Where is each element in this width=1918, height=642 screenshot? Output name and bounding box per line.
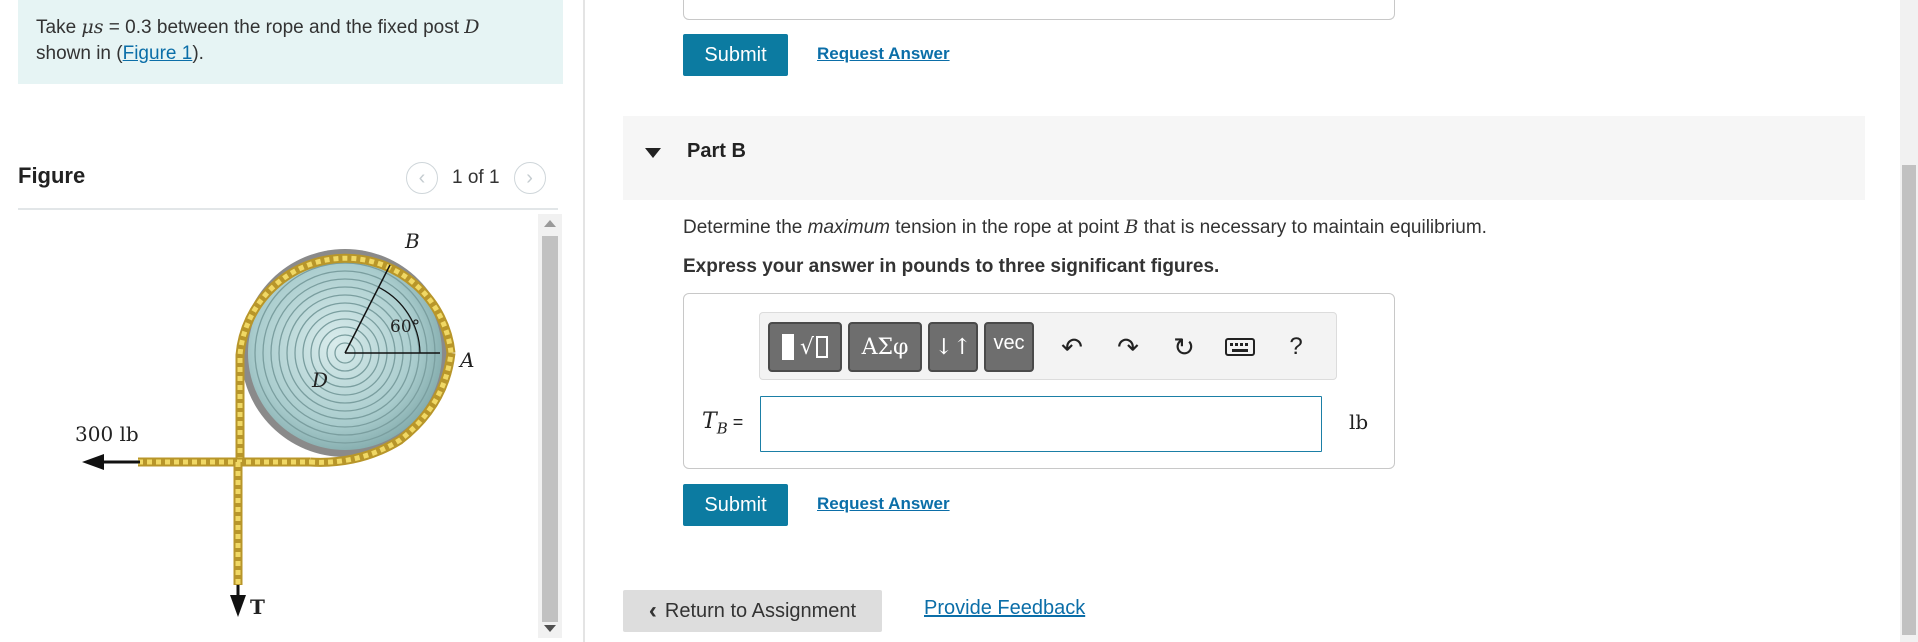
help-icon: ?: [1289, 333, 1303, 360]
question-text-1: Determine the: [683, 217, 808, 238]
vector-button[interactable]: vec: [984, 322, 1034, 372]
force-arrow-head: [82, 454, 104, 470]
undo-icon[interactable]: ↶: [1052, 327, 1092, 367]
part-a-answer-box: [683, 0, 1395, 20]
figure-count: 1 of 1: [452, 167, 500, 188]
scroll-up-icon[interactable]: [544, 220, 556, 227]
figure-scroll-thumb[interactable]: [542, 236, 558, 622]
label-b: B: [404, 229, 420, 253]
greek-symbols-button[interactable]: ΑΣφ: [848, 322, 922, 372]
sqrt-icon: √: [799, 334, 815, 360]
help-button[interactable]: ?: [1276, 327, 1316, 367]
page-scroll-thumb[interactable]: [1902, 165, 1916, 635]
page-scrollbar[interactable]: [1900, 0, 1918, 642]
next-figure-button[interactable]: ›: [513, 162, 546, 194]
label-a: A: [458, 348, 474, 372]
question-text-2: tension in the rope at point: [889, 217, 1125, 238]
answer-var: T: [702, 409, 717, 434]
part-b-instruction: Express your answer in pounds to three s…: [683, 256, 1220, 277]
return-label: Return to Assignment: [664, 599, 857, 622]
part-b-answer-box: √ ΑΣφ ↓↑ vec ↶ ↷ ↻ ? TB = lb: [683, 293, 1395, 469]
chevron-right-icon: ›: [526, 166, 533, 189]
problem-text-4: ).: [192, 43, 204, 64]
label-angle: 60°: [390, 317, 420, 337]
part-b-header[interactable]: Part B: [623, 116, 1865, 200]
template-box-icon: [816, 336, 829, 358]
label-t: T: [250, 595, 265, 619]
tension-answer-input[interactable]: [760, 396, 1322, 452]
part-b-submit-button[interactable]: Submit: [683, 484, 788, 526]
part-b-title: Part B: [687, 140, 746, 162]
arrows-icon: ↓↑: [934, 334, 972, 360]
prev-figure-button[interactable]: ‹: [406, 162, 438, 194]
problem-statement: Take μs = 0.3 between the rope and the f…: [18, 0, 563, 84]
reset-icon[interactable]: ↻: [1164, 327, 1204, 367]
provide-feedback-link[interactable]: Provide Feedback: [924, 597, 1085, 620]
chevron-left-icon: ‹: [648, 597, 657, 624]
question-point: B: [1124, 216, 1139, 238]
keyboard-icon[interactable]: [1220, 327, 1260, 367]
mu-symbol: μs: [81, 16, 104, 38]
problem-text-1: Take: [36, 17, 82, 38]
greek-icon: ΑΣφ: [861, 334, 909, 360]
collapse-triangle-icon[interactable]: [645, 148, 661, 158]
figure-image: 300 lb T 60° B A D: [75, 229, 474, 619]
answer-equals: =: [727, 412, 744, 432]
part-b-question: Determine the maximum tension in the rop…: [683, 216, 1487, 239]
part-b-request-answer-link[interactable]: Request Answer: [817, 494, 950, 514]
left-panel: Take μs = 0.3 between the rope and the f…: [0, 0, 583, 642]
panel-divider: [583, 0, 585, 642]
answer-label: TB =: [702, 409, 743, 437]
chevron-left-icon: ‹: [418, 166, 426, 189]
label-d: D: [311, 368, 328, 392]
templates-button[interactable]: √: [768, 322, 842, 372]
question-text-3: that is necessary to maintain equilibriu…: [1138, 217, 1487, 238]
arrows-button[interactable]: ↓↑: [928, 322, 978, 372]
figure-pager: ‹ 1 of 1 ›: [406, 162, 546, 194]
figure-title: Figure: [18, 163, 86, 188]
redo-icon[interactable]: ↷: [1108, 327, 1148, 367]
tension-arrow-head: [230, 595, 246, 617]
force-label: 300 lb: [75, 422, 139, 446]
problem-text-3: shown in (: [36, 43, 123, 64]
answer-subscript: B: [716, 419, 728, 438]
figure-link[interactable]: Figure 1: [123, 43, 193, 64]
part-a-request-answer-link[interactable]: Request Answer: [817, 44, 950, 64]
answer-unit: lb: [1349, 410, 1369, 434]
math-toolbar: √ ΑΣφ ↓↑ vec ↶ ↷ ↻ ?: [759, 312, 1337, 380]
question-emphasis: maximum: [807, 217, 890, 238]
scroll-down-icon[interactable]: [544, 625, 556, 632]
problem-text-2: = 0.3 between the rope and the fixed pos…: [103, 17, 465, 38]
vec-icon: vec: [993, 332, 1025, 354]
template-block-icon: [781, 334, 794, 360]
post-label: D: [464, 16, 480, 38]
return-to-assignment-button[interactable]: ‹ Return to Assignment: [623, 590, 882, 632]
part-a-submit-button[interactable]: Submit: [683, 34, 788, 76]
figure-scrollbar[interactable]: [538, 214, 562, 638]
